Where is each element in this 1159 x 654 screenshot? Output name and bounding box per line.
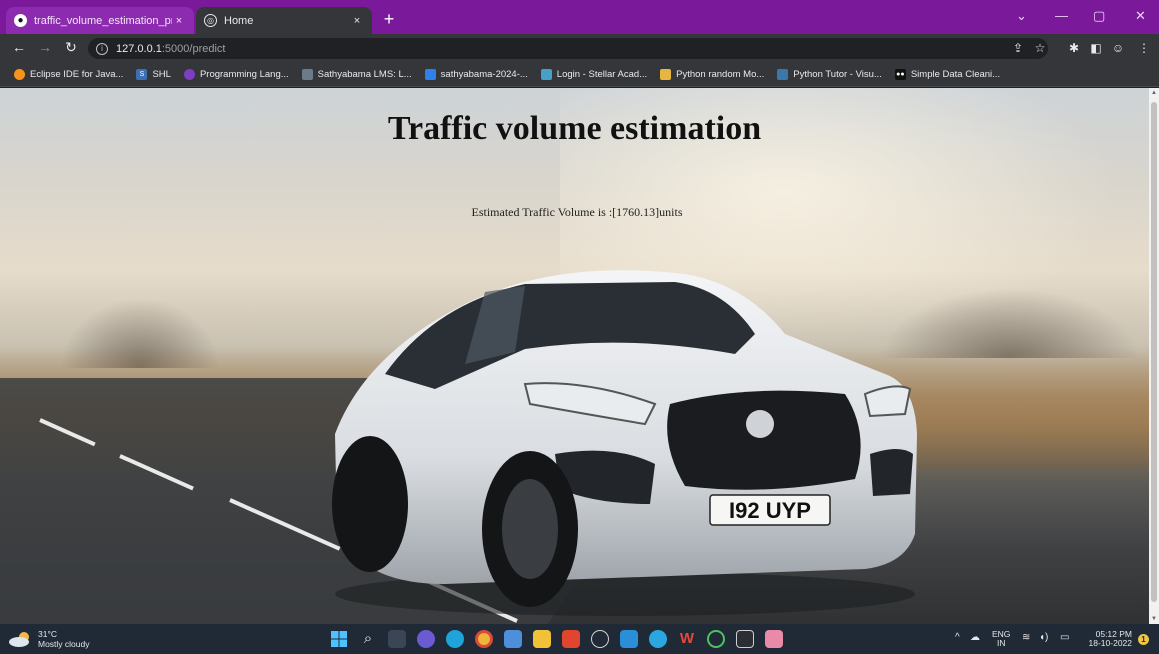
tab-close-icon[interactable]: ×: [350, 15, 364, 27]
python-random-icon: [660, 69, 672, 80]
battery-icon[interactable]: ▭: [1060, 633, 1069, 643]
bookmark-data-cleaning[interactable]: ●● Simple Data Cleani...: [894, 69, 1001, 80]
taskbar: 31°C Mostly cloudy ⌕ W ^ ☁ ENG IN ≋ ◖) ▭…: [0, 624, 1159, 654]
reload-icon[interactable]: ↻: [62, 39, 80, 56]
bookmark-sathyabama[interactable]: sathyabama-2024-...: [424, 69, 528, 80]
cloud-icon: [8, 631, 32, 647]
url-host: 127.0.0.1: [116, 42, 162, 55]
office-icon[interactable]: [562, 630, 580, 648]
xbox-icon[interactable]: [707, 630, 725, 648]
bookmark-eclipse[interactable]: Eclipse IDE for Java...: [14, 69, 123, 80]
medium-icon: ●●: [894, 69, 906, 80]
scroll-up-icon[interactable]: ▲: [1150, 90, 1158, 96]
tab-search-icon[interactable]: ⌄: [1016, 8, 1027, 24]
forward-arrow-icon[interactable]: →: [36, 39, 54, 55]
url-path: :5000/predict: [161, 42, 226, 55]
telegram-icon[interactable]: [649, 630, 667, 648]
profile-avatar-icon[interactable]: ☺: [1110, 41, 1126, 55]
dell-icon[interactable]: [591, 630, 609, 648]
side-panel-icon[interactable]: ◧: [1088, 41, 1104, 55]
minimize-button[interactable]: —: [1055, 8, 1068, 23]
restore-button[interactable]: ▢: [1093, 8, 1105, 24]
bookmark-label: Python random Mo...: [676, 69, 765, 80]
github-icon: ●: [14, 14, 27, 27]
menu-kebab-icon[interactable]: ⋮: [1136, 41, 1152, 55]
weather-description: Mostly cloudy: [38, 639, 90, 649]
globe-icon: ◎: [204, 14, 217, 27]
snipping-tool-icon[interactable]: [765, 630, 783, 648]
car-image: I92 UYP: [332, 270, 917, 616]
shl-icon: S: [136, 69, 148, 80]
info-icon[interactable]: i: [96, 42, 108, 55]
bookmark-label: Simple Data Cleani...: [910, 69, 1001, 80]
bookmark-label: Login - Stellar Acad...: [556, 69, 648, 80]
notification-badge[interactable]: 1: [1138, 634, 1149, 645]
bookmark-stellar[interactable]: Login - Stellar Acad...: [540, 69, 648, 80]
wps-icon[interactable]: W: [678, 630, 696, 648]
page-title: Traffic volume estimation: [387, 110, 762, 147]
team-icon: [424, 69, 436, 80]
tab-home[interactable]: ◎ Home ×: [196, 7, 372, 34]
weather-temp: 31°C: [38, 629, 57, 639]
tray-overflow-icon[interactable]: ^: [955, 633, 960, 643]
back-arrow-icon[interactable]: ←: [10, 39, 28, 55]
tab-close-icon[interactable]: ×: [172, 15, 186, 27]
eclipse-icon: [14, 69, 25, 80]
stellar-icon: [540, 69, 552, 80]
wifi-icon[interactable]: ≋: [1022, 633, 1030, 643]
chat-icon[interactable]: [417, 630, 435, 648]
bookmark-lms[interactable]: Sathyabama LMS: L...: [301, 69, 412, 80]
vertical-scrollbar[interactable]: ▲ ▼: [1149, 88, 1159, 624]
chrome-icon[interactable]: [475, 630, 493, 648]
bookmarks-bar: Eclipse IDE for Java... S SHL Programming…: [0, 63, 1159, 87]
close-window-button[interactable]: ✕: [1135, 8, 1146, 24]
page-viewport: I92 UYP Traffic volume estimation Estima…: [0, 88, 1149, 624]
region-code: IN: [996, 638, 1006, 648]
mail-icon[interactable]: [620, 630, 638, 648]
license-plate-text: I92 UYP: [729, 498, 811, 523]
volume-icon[interactable]: ◖): [1039, 633, 1048, 643]
bookmark-label: SHL: [152, 69, 171, 80]
clock[interactable]: 05:12 PM 18-10-2022: [1082, 630, 1132, 648]
tab-title: traffic_volume_estimation_projec: [34, 14, 172, 27]
bookmark-label: Python Tutor - Visu...: [793, 69, 882, 80]
browser-toolbar: ← → ↻ i 127.0.0.1:5000/predict ⇪ ☆ ✱ ◧ ☺…: [0, 34, 1159, 63]
bookmark-label: Eclipse IDE for Java...: [30, 69, 124, 80]
bookmark-label: Programming Lang...: [199, 69, 289, 80]
terminal-icon[interactable]: [736, 630, 754, 648]
clock-date: 18-10-2022: [1088, 638, 1132, 648]
bookmark-label: sathyabama-2024-...: [440, 69, 528, 80]
lms-icon: [301, 69, 313, 80]
share-icon[interactable]: ⇪: [1010, 41, 1026, 55]
bookmark-python-random[interactable]: Python random Mo...: [660, 69, 764, 80]
address-bar[interactable]: i 127.0.0.1:5000/predict: [88, 38, 1048, 59]
task-view-icon[interactable]: [388, 630, 406, 648]
edge-icon[interactable]: [446, 630, 464, 648]
onedrive-icon[interactable]: ☁: [970, 633, 980, 643]
weather-widget[interactable]: 31°C Mostly cloudy: [8, 629, 90, 649]
store-icon[interactable]: [504, 630, 522, 648]
scrollbar-thumb[interactable]: [1151, 102, 1157, 602]
tab-strip: ● traffic_volume_estimation_projec × ◎ H…: [0, 0, 1159, 34]
python-icon: [777, 69, 789, 80]
bookmark-label: Sathyabama LMS: L...: [317, 69, 412, 80]
extensions-icon[interactable]: ✱: [1066, 41, 1082, 55]
search-icon[interactable]: ⌕: [359, 630, 377, 648]
new-tab-button[interactable]: +: [378, 9, 400, 29]
bookmark-programming[interactable]: Programming Lang...: [183, 69, 289, 80]
start-button[interactable]: [330, 630, 348, 648]
tab-traffic-project[interactable]: ● traffic_volume_estimation_projec ×: [6, 7, 194, 34]
programming-icon: [183, 69, 195, 80]
tab-title: Home: [224, 14, 254, 27]
prediction-result: Estimated Traffic Volume is :[1760.13]un…: [471, 205, 683, 219]
bookmark-python-tutor[interactable]: Python Tutor - Visu...: [777, 69, 882, 80]
file-explorer-icon[interactable]: [533, 630, 551, 648]
scroll-down-icon[interactable]: ▼: [1150, 616, 1158, 622]
bookmark-shl[interactable]: S SHL: [136, 69, 171, 80]
bookmark-star-icon[interactable]: ☆: [1032, 41, 1048, 55]
language-indicator[interactable]: ENG IN: [992, 630, 1010, 648]
